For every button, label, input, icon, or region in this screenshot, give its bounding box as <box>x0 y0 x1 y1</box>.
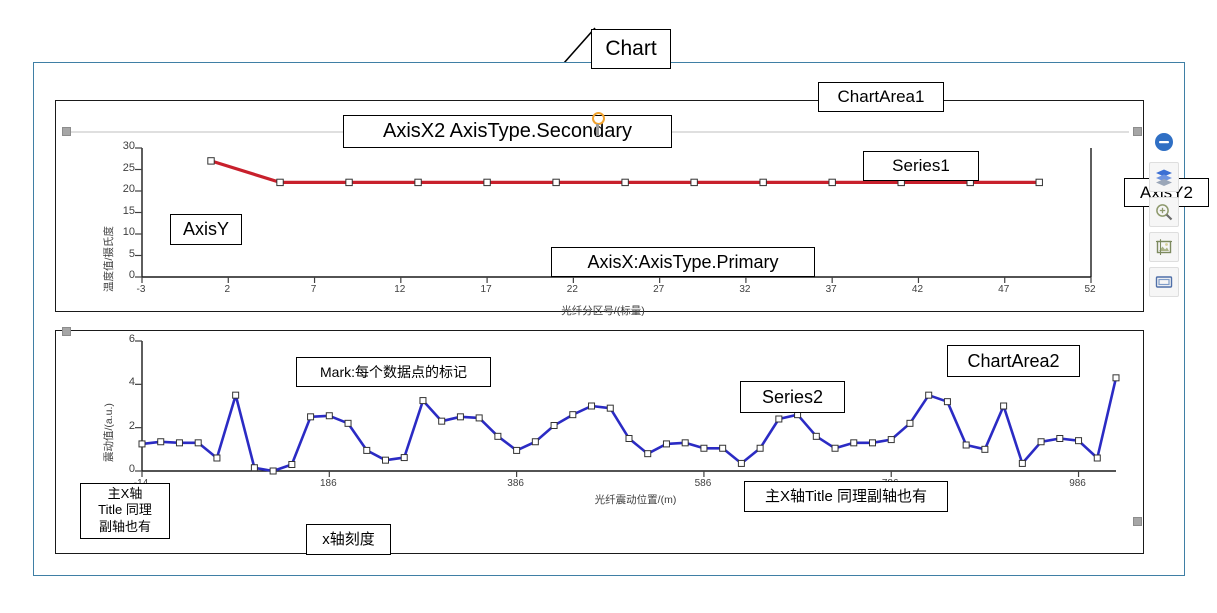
chart-area-1-y-axis-title: 温度值/摄氏度 <box>103 226 115 292</box>
x-tick-label: 7 <box>310 284 317 295</box>
x-tick-label: 27 <box>653 284 665 295</box>
x-tick-label: 12 <box>394 284 406 295</box>
callout-x-tick[interactable]: x轴刻度 <box>306 524 391 555</box>
chart-area-1-x-axis-title: 光纤分区号/(标量) <box>561 305 645 317</box>
callout-series2[interactable]: Series2 <box>740 381 845 413</box>
x-tick-label: 37 <box>825 284 837 295</box>
x-tick-label: 22 <box>566 284 578 295</box>
callout-chart[interactable]: Chart <box>591 29 671 69</box>
x-tick-label: 586 <box>694 478 712 489</box>
y-tick-label: 4 <box>128 376 135 389</box>
x-tick-label: 32 <box>739 284 751 295</box>
callout-main-x-title-note[interactable]: 主X轴Title 同理副轴也有 <box>744 481 948 512</box>
callout-axis-x-primary[interactable]: AxisX:AxisType.Primary <box>551 247 815 277</box>
collapse-icon[interactable] <box>1149 127 1179 157</box>
y-tick-label: 25 <box>122 161 135 174</box>
x-tick-label: 386 <box>507 478 524 489</box>
window-icon[interactable] <box>1149 267 1179 297</box>
x-tick-label: -3 <box>136 284 146 295</box>
resize-handle-ca2-right[interactable] <box>1133 517 1142 526</box>
callout-main-x-axis-line-3: 副轴也有 <box>98 518 151 534</box>
x-tick-label: 986 <box>1069 478 1086 489</box>
y-tick-label: 30 <box>122 140 135 152</box>
callout-axis-y[interactable]: AxisY <box>170 214 242 245</box>
callout-main-x-axis-line-1: 主X轴 <box>107 486 143 501</box>
chart-area-2-y-axis-title: 震动值/(a.u.) <box>103 403 115 462</box>
callout-axis-x2[interactable]: AxisX2 AxisType.Secondary <box>343 115 672 148</box>
chart-area-2-x-axis-title: 光纤震动位置/(m) <box>594 494 677 506</box>
callout-main-x-axis-line-2: Title 同理 <box>98 502 152 518</box>
y-tick-label: 6 <box>128 333 135 345</box>
y-tick-label: 20 <box>122 183 135 195</box>
layers-icon[interactable] <box>1149 162 1179 192</box>
y-tick-label: 0 <box>128 463 135 475</box>
floating-toolbar[interactable] <box>1148 127 1180 297</box>
screenshot-root: 0 5 10 15 20 25 30 -3 2 7 12 17 22 27 32 37 42 47 52 光纤分区… <box>0 0 1217 613</box>
callout-mark[interactable]: Mark:每个数据点的标记 <box>296 357 491 387</box>
zoom-in-icon[interactable] <box>1149 197 1179 227</box>
resize-handle-ca2-left[interactable] <box>62 327 71 336</box>
x-tick-label: 42 <box>911 284 924 295</box>
y-tick-label: 15 <box>122 204 135 217</box>
resize-handle-ca1-left[interactable] <box>62 127 71 136</box>
callout-series1[interactable]: Series1 <box>863 151 979 181</box>
callout-chart-area-1[interactable]: ChartArea1 <box>818 82 944 112</box>
x-tick-label: 186 <box>319 478 337 489</box>
x-tick-label: 52 <box>1084 284 1096 295</box>
x-tick-label: 47 <box>998 284 1010 295</box>
cursor-pointer <box>596 124 599 136</box>
resize-handle-ca1-right[interactable] <box>1133 127 1142 136</box>
crop-image-icon[interactable] <box>1149 232 1179 262</box>
callout-main-x-axis-title[interactable]: 主X轴 Title 同理 副轴也有 <box>80 483 170 539</box>
x-tick-label: 17 <box>480 284 492 295</box>
callout-chart-area-2[interactable]: ChartArea2 <box>947 345 1080 377</box>
x-tick-label: 2 <box>224 284 231 295</box>
